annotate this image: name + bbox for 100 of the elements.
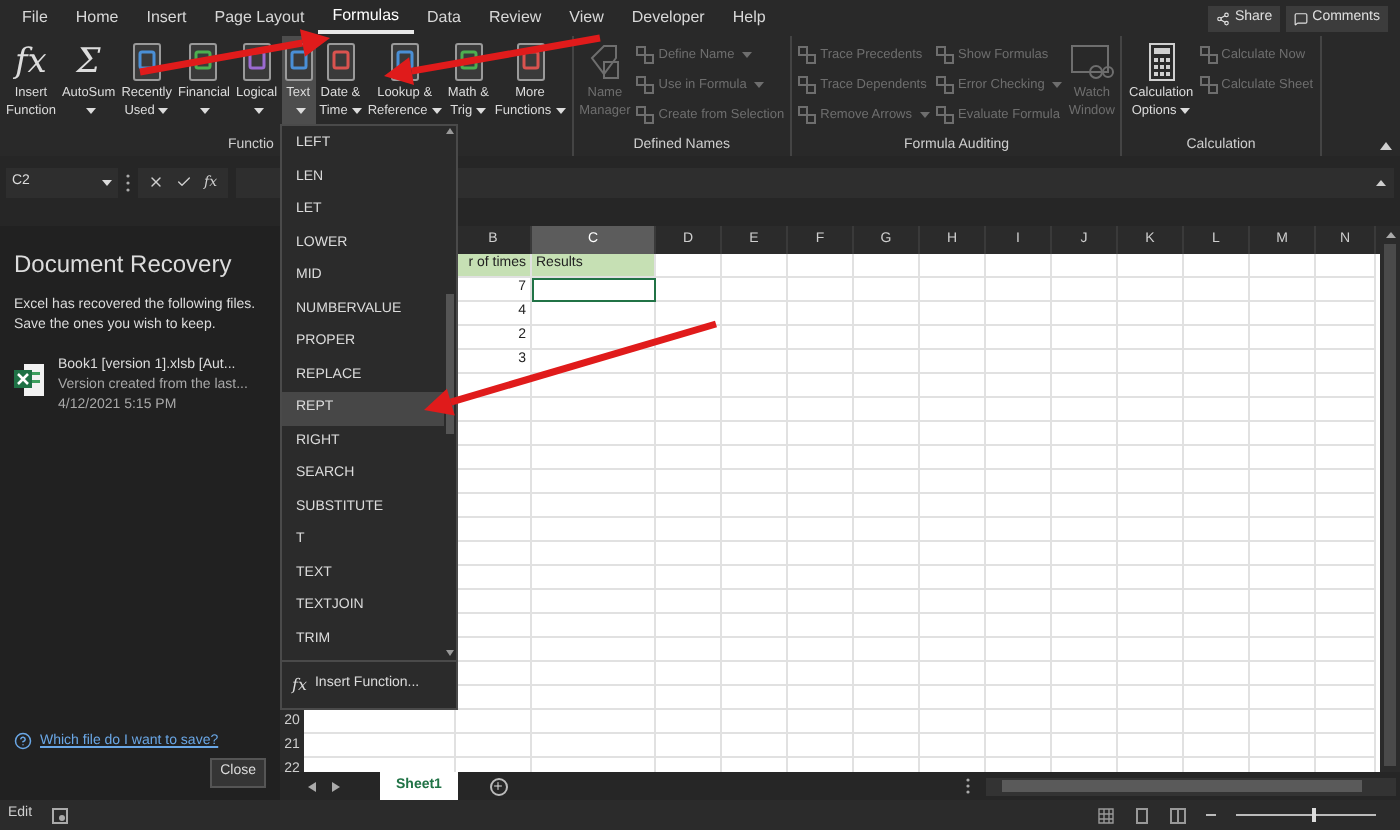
grid-cell <box>788 326 854 350</box>
grid-cell <box>656 686 722 710</box>
grid-cell <box>1250 470 1316 494</box>
grid-cell <box>1250 614 1316 638</box>
grid-cell <box>986 710 1052 734</box>
menu-tab[interactable]: Review <box>474 2 556 34</box>
caret-icon <box>102 179 112 185</box>
grid-cell <box>1316 350 1376 374</box>
grid-cell <box>1250 326 1316 350</box>
scroll-down-icon[interactable] <box>446 650 454 656</box>
menu-tab[interactable]: Page Layout <box>200 2 319 34</box>
enter-icon[interactable] <box>176 174 192 190</box>
grid-cell <box>920 350 986 374</box>
grid-cell <box>1118 374 1184 398</box>
grid-cell <box>1118 254 1184 278</box>
grid-cell <box>656 614 722 638</box>
grid-cell <box>722 590 788 614</box>
grid-cell <box>920 494 986 518</box>
scroll-up-icon[interactable] <box>446 128 454 134</box>
menu-tab[interactable]: Data <box>413 2 475 34</box>
grid-cell <box>788 614 854 638</box>
grid-cell <box>986 254 1052 278</box>
grid-cell <box>1316 254 1376 278</box>
grid-cell <box>532 518 656 542</box>
macro-icon[interactable] <box>52 807 69 823</box>
grid-cell <box>1316 686 1376 710</box>
grid-cell <box>1118 614 1184 638</box>
grid-cell <box>986 398 1052 422</box>
grid-cell <box>854 254 920 278</box>
grid-cell <box>656 470 722 494</box>
cancel-icon[interactable] <box>148 174 164 190</box>
grid-cell <box>1052 494 1118 518</box>
book-icon <box>325 42 356 82</box>
grid-cell <box>1052 710 1118 734</box>
grid-cell <box>656 494 722 518</box>
grid-cell <box>1250 638 1316 662</box>
grid-cell <box>1250 494 1316 518</box>
grid-cell <box>920 614 986 638</box>
grid-cell <box>854 278 920 302</box>
grid-cell <box>1250 254 1316 278</box>
next-sheet-icon[interactable] <box>332 781 340 791</box>
menu-tab[interactable]: View <box>555 2 618 34</box>
menu-tab[interactable]: Developer <box>617 2 719 34</box>
grid-cell <box>1184 566 1250 590</box>
grid-cell <box>1118 350 1184 374</box>
grid-cell <box>1250 422 1316 446</box>
auditing-icon <box>1199 76 1218 94</box>
grid-cell <box>1052 614 1118 638</box>
scrollbar-thumb[interactable] <box>1384 244 1396 766</box>
scroll-up-icon[interactable] <box>1385 232 1395 238</box>
grid-cell <box>1250 686 1316 710</box>
grid-cell <box>788 686 854 710</box>
grid-cell <box>854 374 920 398</box>
grid-cell <box>722 398 788 422</box>
function-icon: fx <box>15 40 47 84</box>
grid-cell <box>532 422 656 446</box>
grid-cell <box>986 278 1052 302</box>
grid-cell <box>532 398 656 422</box>
menu-tab[interactable]: Insert <box>132 2 201 34</box>
grid-cell <box>854 566 920 590</box>
grid-cell <box>1118 398 1184 422</box>
auditing-icon <box>798 76 817 94</box>
grid-cell <box>532 566 656 590</box>
grid-cell <box>920 518 986 542</box>
page-break-icon[interactable] <box>1170 807 1186 823</box>
grid-cell <box>1184 326 1250 350</box>
horizontal-scrollbar[interactable] <box>986 777 1396 795</box>
grid-cell <box>722 470 788 494</box>
menu-tab[interactable]: Help <box>718 2 780 34</box>
page-layout-icon[interactable] <box>1134 807 1150 823</box>
menu-tab[interactable]: Home <box>61 2 133 34</box>
grid-cell <box>1184 686 1250 710</box>
grid-cell <box>1052 470 1118 494</box>
grid-cell <box>722 734 788 758</box>
calculator-icon <box>1147 42 1176 82</box>
add-sheet-icon[interactable] <box>489 777 508 795</box>
grid-cell <box>722 638 788 662</box>
menu-tab[interactable]: File <box>8 2 62 34</box>
grid-cell <box>920 398 986 422</box>
expand-icon[interactable] <box>1376 179 1386 185</box>
auditing-icon <box>798 106 817 124</box>
grid-cell <box>854 326 920 350</box>
grid-cell <box>656 566 722 590</box>
grid-cell <box>1118 518 1184 542</box>
normal-view-icon[interactable] <box>1098 807 1114 823</box>
collapse-ribbon-icon[interactable] <box>1380 142 1392 150</box>
grid-cell <box>1316 662 1376 686</box>
grid-cell <box>1184 614 1250 638</box>
grid-cell <box>788 494 854 518</box>
grid-cell <box>656 446 722 470</box>
zoom-slider[interactable] <box>1236 808 1376 822</box>
grid-cell <box>1316 590 1376 614</box>
grid-cell <box>788 710 854 734</box>
grid-cell <box>1316 326 1376 350</box>
grid-cell <box>1250 710 1316 734</box>
grid-cell <box>1250 542 1316 566</box>
grid-cell <box>1316 374 1376 398</box>
grid-cell <box>456 734 532 758</box>
previous-sheet-icon[interactable] <box>308 781 316 791</box>
grid-cell <box>788 638 854 662</box>
